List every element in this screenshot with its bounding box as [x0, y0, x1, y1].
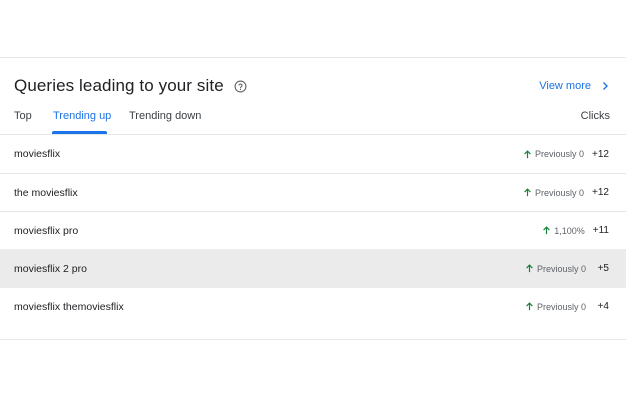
trend-info: Previously 0 [525, 302, 586, 312]
query-text: moviesflix 2 pro [14, 262, 87, 275]
card-title: Queries leading to your site [14, 76, 224, 95]
table-row[interactable]: the moviesflix Previously 0 +12 [0, 173, 626, 211]
clicks-value: +5 [597, 263, 609, 274]
trend-text: Previously 0 [535, 149, 585, 159]
trend-info: Previously 0 [523, 188, 584, 198]
clicks-value: +12 [592, 187, 609, 198]
clicks-value: +4 [597, 301, 609, 312]
trend-text: 1,100% [554, 225, 585, 236]
query-text: moviesflix pro [14, 224, 79, 237]
tab-top[interactable]: Top [14, 110, 32, 122]
query-tabs: Top Trending up Trending down Clicks [0, 106, 626, 135]
trend-text: Previously 0 [536, 263, 586, 274]
table-row[interactable]: moviesflix themoviesflix Previously 0 +4 [0, 287, 626, 325]
trend-text: Previously 0 [536, 301, 586, 312]
query-text: moviesflix themoviesflix [14, 300, 124, 313]
active-tab-indicator [52, 131, 107, 134]
card-header: Queries leading to your site View more [14, 74, 610, 98]
clicks-value: +12 [592, 148, 609, 160]
table-row[interactable]: moviesflix Previously 0 +12 [0, 135, 626, 173]
view-more-label: View more [539, 80, 591, 92]
tab-trending-up[interactable]: Trending up [53, 110, 111, 122]
help-circle-icon[interactable] [234, 80, 247, 93]
arrow-up-icon [523, 149, 532, 159]
chevron-right-icon [600, 81, 610, 91]
trend-text: Previously 0 [535, 187, 585, 198]
arrow-up-icon [525, 264, 534, 273]
query-text: the moviesflix [14, 186, 78, 199]
query-list: moviesflix Previously 0 +12 the moviesfl… [0, 135, 626, 325]
view-more-link[interactable]: View more [539, 80, 610, 92]
tab-trending-down[interactable]: Trending down [129, 110, 201, 122]
arrow-up-icon [542, 226, 551, 235]
arrow-up-icon [525, 302, 534, 311]
arrow-up-icon [523, 188, 532, 197]
trend-info: Previously 0 [525, 264, 586, 274]
trend-info: Previously 0 [523, 149, 584, 159]
table-row[interactable]: moviesflix 2 pro Previously 0 +5 [0, 249, 626, 287]
query-text: moviesflix [14, 148, 61, 160]
queries-card: Queries leading to your site View more T… [0, 57, 626, 340]
clicks-value: +11 [592, 225, 609, 236]
table-row[interactable]: moviesflix pro 1,100% +11 [0, 211, 626, 249]
clicks-column-header[interactable]: Clicks [581, 110, 610, 122]
trend-info: 1,100% [542, 226, 585, 236]
